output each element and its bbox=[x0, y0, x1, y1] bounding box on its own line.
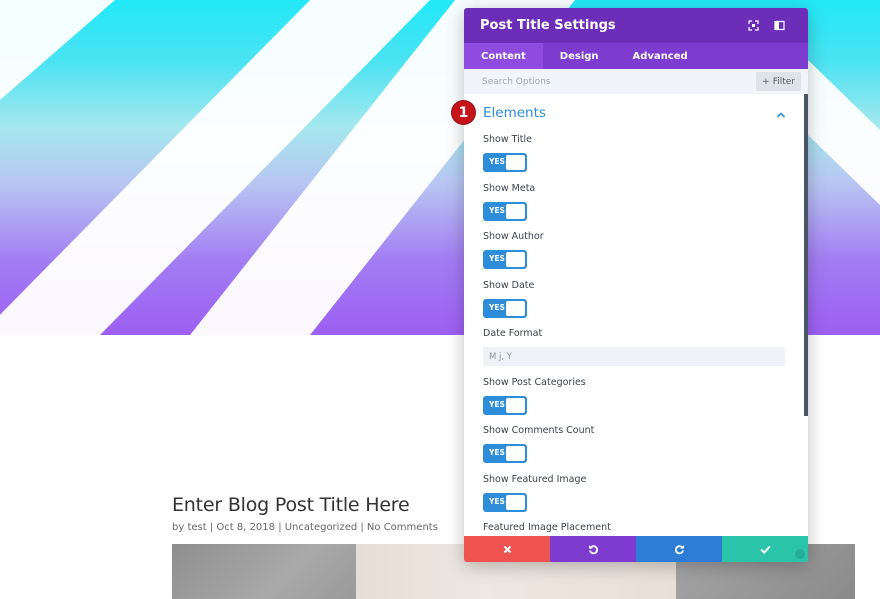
redo-button[interactable] bbox=[636, 536, 722, 562]
field-show-date: Show Date YES bbox=[483, 280, 534, 318]
toggle-value: YES bbox=[489, 400, 505, 409]
field-label: Show Post Categories bbox=[483, 377, 586, 388]
redo-icon bbox=[674, 544, 684, 554]
toggle-value: YES bbox=[489, 157, 505, 166]
filter-button[interactable]: + Filter bbox=[756, 72, 801, 91]
close-icon bbox=[503, 545, 511, 553]
section-title: Elements bbox=[483, 105, 546, 121]
modal-footer bbox=[464, 536, 808, 562]
field-label: Featured Image Placement bbox=[483, 522, 611, 533]
modal-title: Post Title Settings bbox=[480, 18, 616, 33]
dock-sidebar-icon[interactable] bbox=[766, 16, 792, 36]
section-header-elements[interactable]: Elements bbox=[464, 94, 808, 132]
field-featured-image-placement: Featured Image Placement bbox=[483, 522, 611, 536]
check-icon bbox=[759, 545, 771, 554]
field-show-meta: Show Meta YES bbox=[483, 183, 535, 221]
post-title[interactable]: Enter Blog Post Title Here bbox=[172, 494, 410, 516]
plus-icon: + bbox=[762, 76, 770, 87]
show-featured-image-toggle[interactable]: YES bbox=[483, 493, 527, 512]
field-label: Date Format bbox=[483, 328, 543, 339]
search-options-input[interactable] bbox=[482, 76, 757, 87]
field-show-author: Show Author YES bbox=[483, 231, 544, 269]
field-label: Show Author bbox=[483, 231, 544, 242]
chevron-up-icon[interactable] bbox=[776, 106, 786, 124]
discard-button[interactable] bbox=[464, 536, 550, 562]
resize-handle-icon[interactable] bbox=[795, 549, 805, 559]
fullscreen-icon[interactable] bbox=[740, 16, 766, 36]
field-label: Show Featured Image bbox=[483, 474, 587, 485]
field-show-comments-count: Show Comments Count YES bbox=[483, 425, 594, 463]
undo-icon bbox=[588, 544, 598, 554]
field-label: Show Meta bbox=[483, 183, 536, 194]
toggle-value: YES bbox=[489, 206, 505, 215]
field-label: Show Date bbox=[483, 280, 535, 291]
field-show-post-categories: Show Post Categories YES bbox=[483, 377, 586, 415]
modal-tabs: Content Design Advanced bbox=[464, 43, 808, 69]
field-date-format: Date Format M j, Y bbox=[483, 328, 785, 366]
settings-modal: Post Title Settings Content Design Advan… bbox=[464, 8, 808, 562]
date-format-input[interactable]: M j, Y bbox=[483, 347, 785, 366]
field-label: Show Title bbox=[483, 134, 533, 145]
field-label: Show Comments Count bbox=[483, 425, 595, 436]
show-post-categories-toggle[interactable]: YES bbox=[483, 396, 527, 415]
tab-design[interactable]: Design bbox=[543, 43, 616, 69]
show-title-toggle[interactable]: YES bbox=[483, 153, 527, 172]
show-author-toggle[interactable]: YES bbox=[483, 250, 527, 269]
options-panel: Elements Show Title YES Show Meta YES Sh… bbox=[464, 94, 808, 536]
step-number-badge: 1 bbox=[452, 101, 475, 124]
show-meta-toggle[interactable]: YES bbox=[483, 202, 527, 221]
search-bar: + Filter bbox=[464, 69, 808, 94]
toggle-value: YES bbox=[489, 254, 505, 263]
show-date-toggle[interactable]: YES bbox=[483, 299, 527, 318]
toggle-value: YES bbox=[489, 497, 505, 506]
show-comments-count-toggle[interactable]: YES bbox=[483, 444, 527, 463]
save-button[interactable] bbox=[722, 536, 808, 562]
post-meta: by test | Oct 8, 2018 | Uncategorized | … bbox=[172, 522, 438, 533]
toggle-value: YES bbox=[489, 448, 505, 457]
toggle-value: YES bbox=[489, 303, 505, 312]
filter-label: Filter bbox=[772, 76, 795, 87]
modal-header: Post Title Settings bbox=[464, 8, 808, 43]
field-show-title: Show Title YES bbox=[483, 134, 532, 172]
field-show-featured-image: Show Featured Image YES bbox=[483, 474, 586, 512]
undo-button[interactable] bbox=[550, 536, 636, 562]
tab-content[interactable]: Content bbox=[464, 43, 543, 69]
tab-advanced[interactable]: Advanced bbox=[616, 43, 705, 69]
scrollbar[interactable] bbox=[804, 94, 808, 416]
